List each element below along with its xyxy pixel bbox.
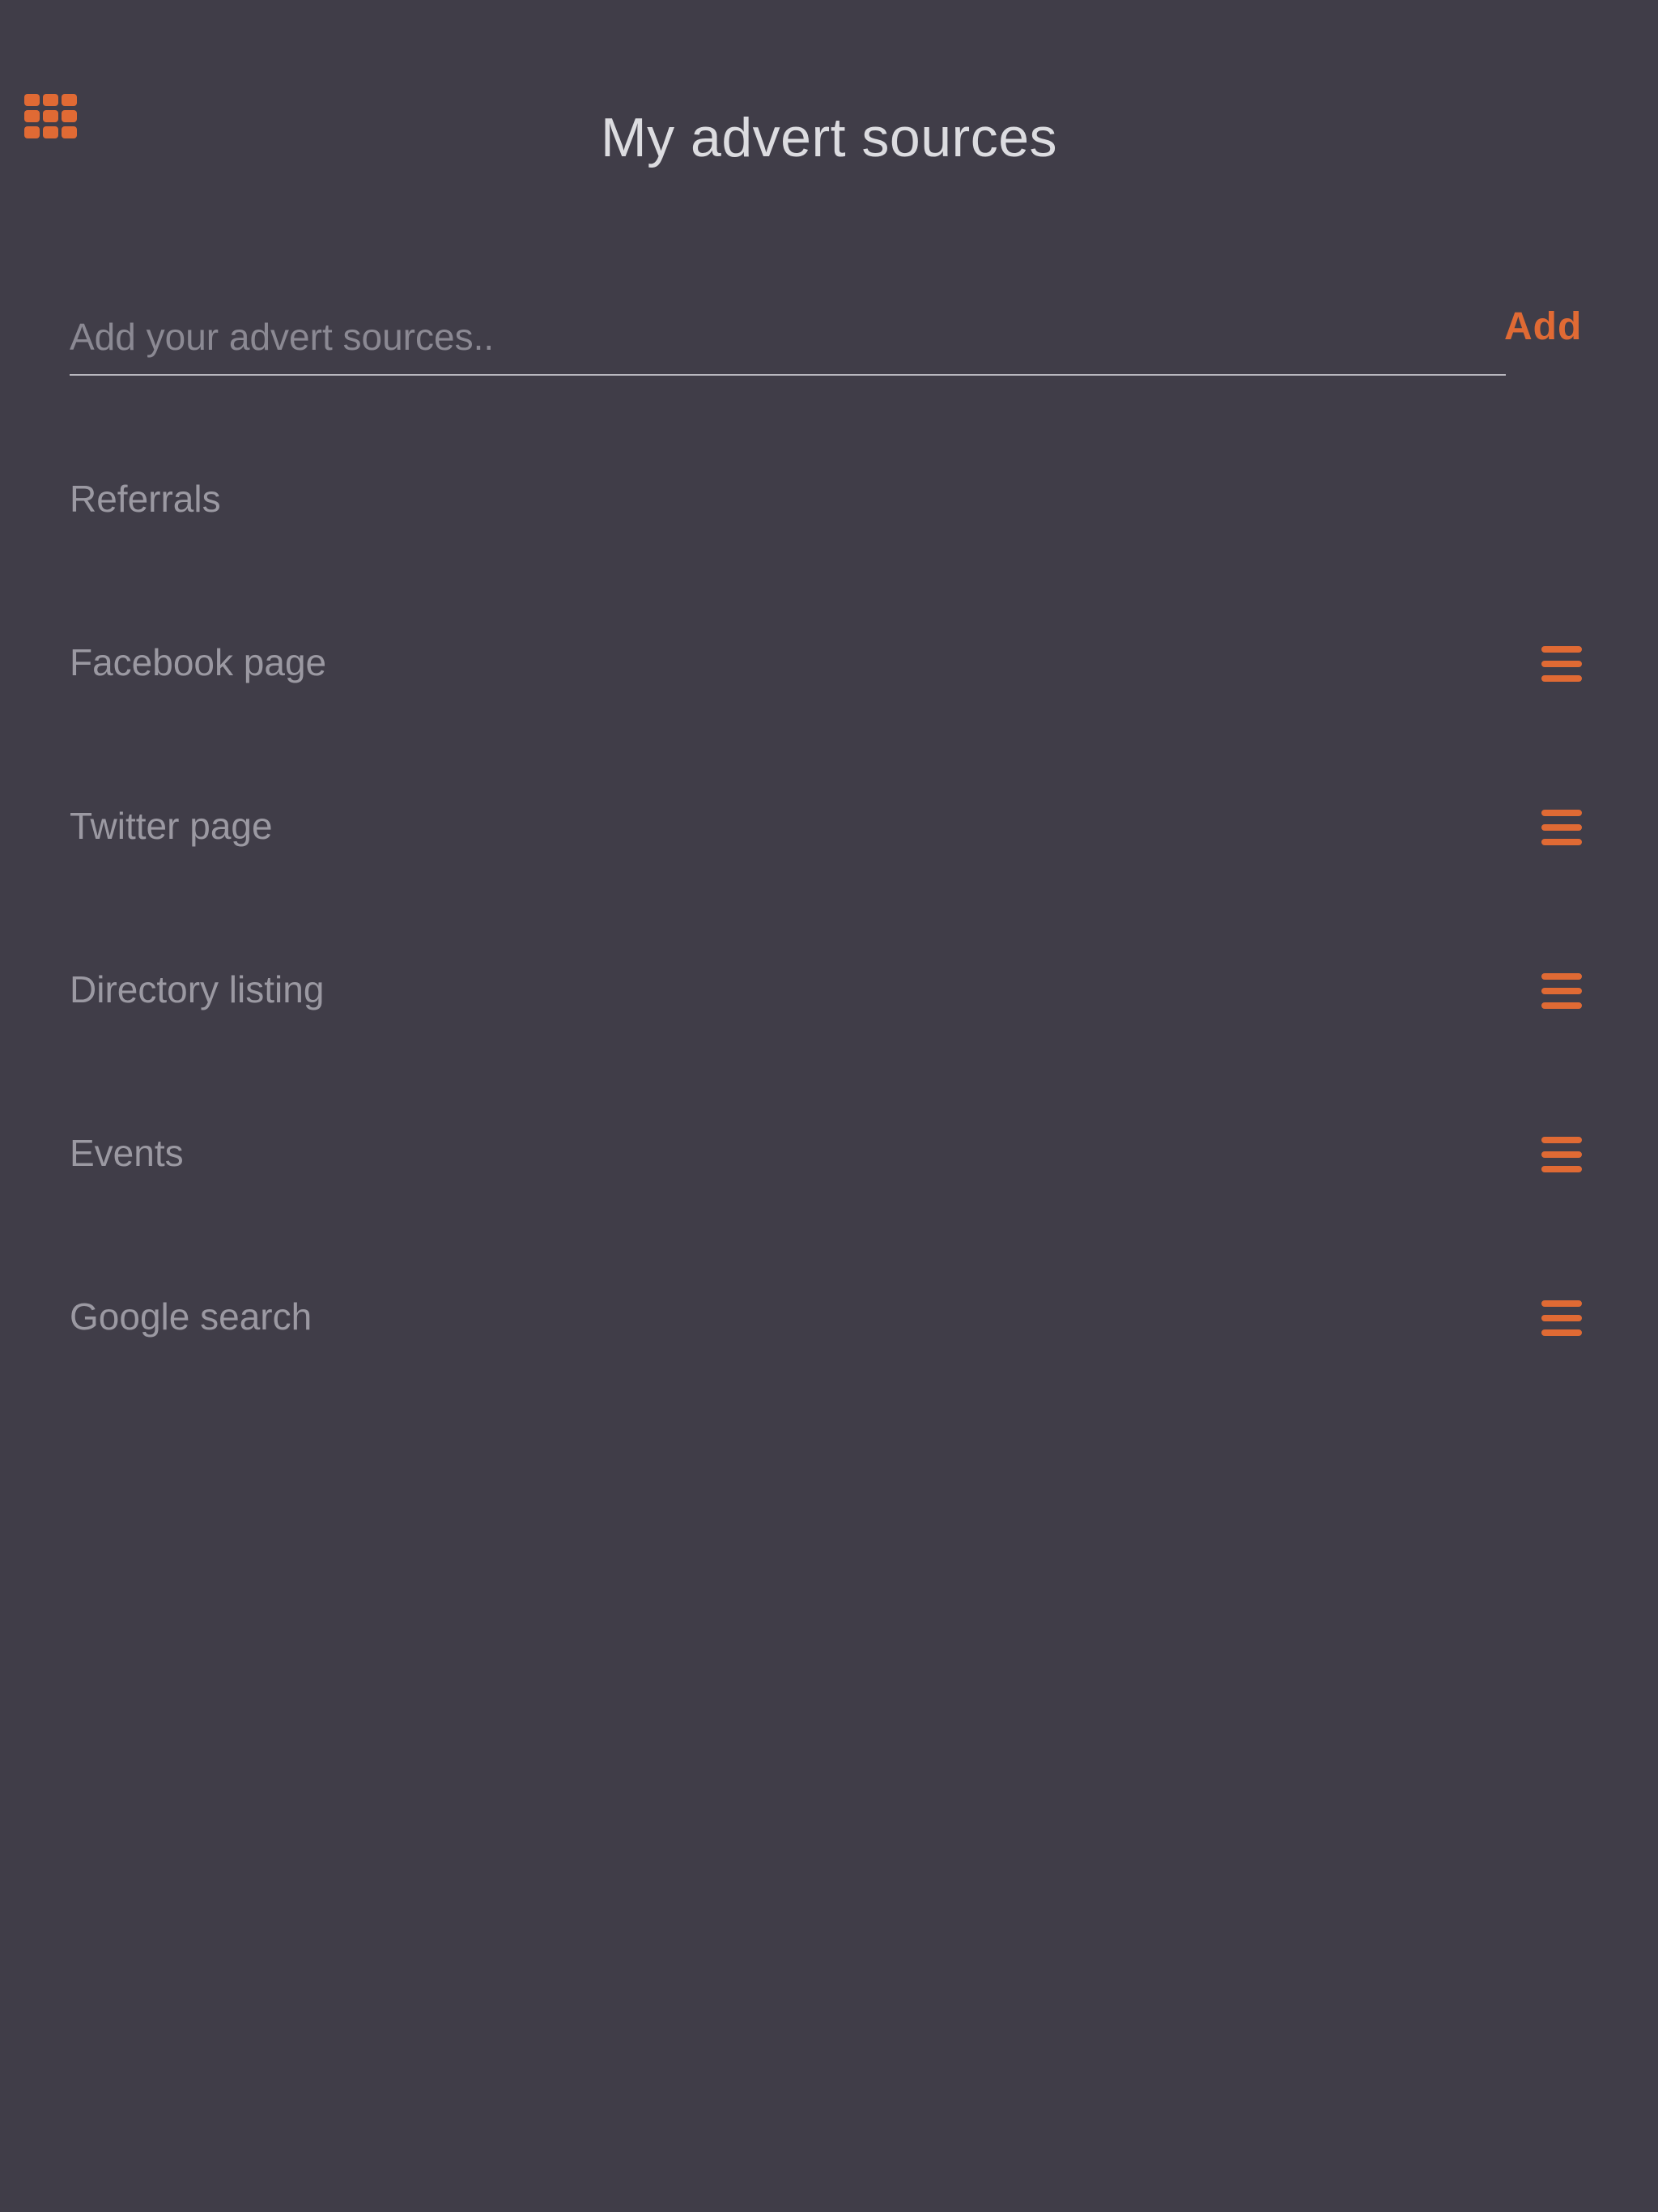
list-item-twitter-page[interactable]: Twitter page xyxy=(0,781,1658,944)
list-item-label: Events xyxy=(70,1132,184,1174)
drag-handle-icon[interactable] xyxy=(1541,646,1582,682)
list-item-directory-listing[interactable]: Directory listing xyxy=(0,944,1658,1108)
advert-source-input[interactable] xyxy=(70,300,1506,376)
list-item-label: Google search xyxy=(70,1295,312,1338)
list-item-label: Directory listing xyxy=(70,968,325,1010)
drag-handle-icon[interactable] xyxy=(1541,1137,1582,1172)
list-item-label: Twitter page xyxy=(70,805,273,847)
drag-handle-icon[interactable] xyxy=(1541,973,1582,1009)
list-item-label: Referrals xyxy=(70,478,221,520)
add-source-form: Add xyxy=(70,300,1581,377)
page-title: My advert sources xyxy=(600,107,1058,168)
list-item-google-search[interactable]: Google search xyxy=(0,1271,1658,1435)
drag-handle-icon[interactable] xyxy=(1541,810,1582,845)
add-button[interactable]: Add xyxy=(1504,300,1608,353)
drag-handle-icon[interactable] xyxy=(1541,1300,1582,1336)
list-item-events[interactable]: Events xyxy=(0,1108,1658,1271)
list-item-referrals[interactable]: Referrals xyxy=(0,453,1658,617)
list-item-label: Facebook page xyxy=(70,641,327,683)
advert-source-list: Referrals Facebook page Twitter page Dir… xyxy=(0,453,1658,1435)
list-item-facebook-page[interactable]: Facebook page xyxy=(0,617,1658,781)
